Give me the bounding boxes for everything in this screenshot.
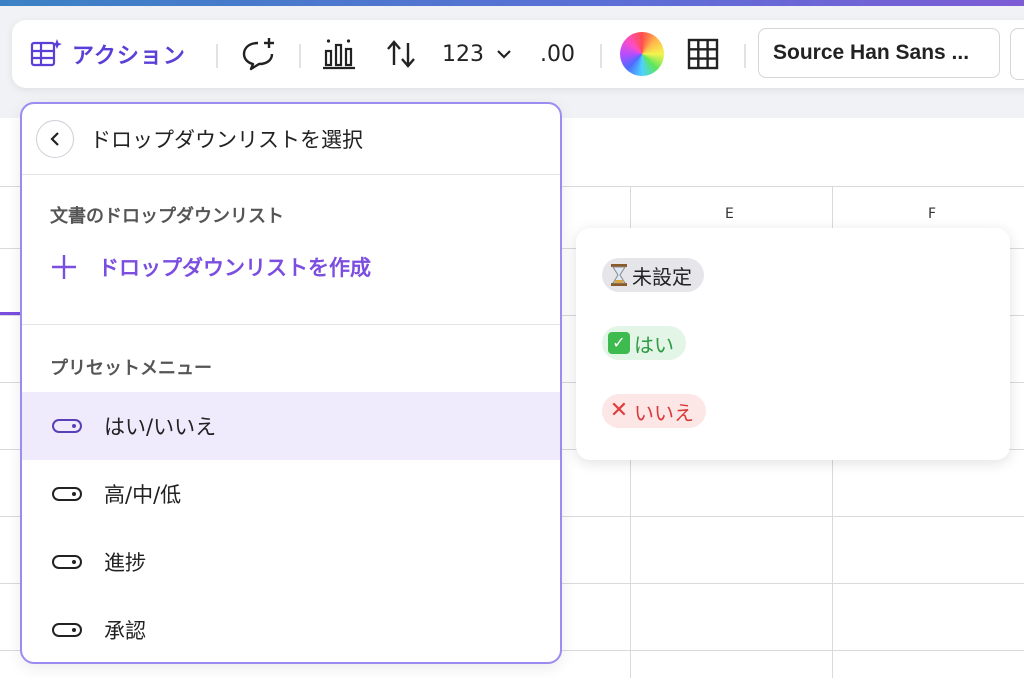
toolbar: アクション 123 .00 Source Han Sans ... (12, 20, 1024, 88)
preset-label: 高/中/低 (104, 483, 182, 507)
sort-button[interactable] (384, 20, 418, 88)
preset-preview-card: 未設定 ✓ はい ✕ いいえ (576, 228, 1010, 460)
preview-option-yes: ✓ はい (602, 326, 686, 360)
hourglass-icon (611, 264, 627, 286)
bar-chart-icon (323, 39, 355, 70)
top-accent-bar (0, 0, 1024, 6)
font-family-select[interactable]: Source Han Sans ... (758, 28, 1000, 78)
column-header-e[interactable]: E (725, 206, 734, 222)
preview-option-label: はい (634, 332, 674, 357)
check-icon: ✓ (608, 332, 630, 354)
cross-icon: ✕ (609, 398, 629, 423)
preset-yes-no[interactable]: はい/いいえ (22, 392, 560, 460)
decimal-label: .00 (540, 41, 575, 67)
chevron-left-icon (50, 132, 59, 146)
chart-button[interactable] (322, 20, 356, 88)
column-header-f[interactable]: F (928, 206, 936, 222)
dropdown-pill-icon (52, 487, 82, 501)
preview-option-label: いいえ (634, 400, 694, 425)
dropdown-pill-icon (52, 623, 82, 637)
create-dropdown-button[interactable]: ドロップダウンリストを作成 (50, 252, 371, 282)
number-format-dropdown[interactable]: 123 (442, 20, 514, 88)
back-button[interactable] (36, 120, 74, 158)
preview-option-unset: 未設定 (602, 258, 704, 292)
plus-icon (52, 255, 76, 279)
grid-icon (687, 38, 719, 70)
grid-button[interactable] (686, 20, 720, 88)
dropdown-pill-icon (52, 555, 82, 569)
preset-progress[interactable]: 進捗 (22, 528, 560, 596)
preset-label: 承認 (104, 619, 146, 643)
preset-label: 進捗 (104, 551, 146, 575)
sparkle-table-icon (30, 39, 62, 67)
selection-marker (0, 312, 22, 315)
dropdown-select-panel: ドロップダウンリストを選択 文書のドロップダウンリスト ドロップダウンリストを作… (20, 102, 562, 664)
sort-arrows-icon (387, 40, 415, 68)
toolbar-divider (216, 44, 218, 68)
action-label: アクション (72, 44, 186, 69)
preview-option-no: ✕ いいえ (602, 394, 706, 428)
panel-title: ドロップダウンリストを選択 (90, 128, 363, 152)
preset-high-mid-low[interactable]: 高/中/低 (22, 460, 560, 528)
add-comment-button[interactable] (240, 20, 278, 88)
dropdown-pill-icon (52, 419, 82, 433)
number-format-label: 123 (442, 41, 484, 67)
preset-label: はい/いいえ (104, 415, 217, 439)
preset-approval[interactable]: 承認 (22, 596, 560, 662)
create-dropdown-label: ドロップダウンリストを作成 (98, 256, 371, 280)
decimal-button[interactable]: .00 (540, 20, 575, 88)
color-wheel-icon (620, 32, 664, 76)
preview-option-label: 未設定 (632, 264, 692, 289)
chevron-down-icon (497, 50, 511, 59)
toolbar-divider (299, 44, 301, 68)
color-button[interactable] (620, 20, 664, 88)
doc-dropdown-section-label: 文書のドロップダウンリスト (50, 206, 284, 227)
toolbar-divider (744, 44, 746, 68)
font-size-select[interactable] (1010, 28, 1024, 80)
panel-divider (22, 324, 560, 325)
preset-menu-section-label: プリセットメニュー (50, 358, 212, 379)
action-button[interactable]: アクション (30, 20, 186, 88)
comment-add-icon (242, 38, 274, 71)
panel-header: ドロップダウンリストを選択 (22, 104, 560, 175)
toolbar-divider (600, 44, 602, 68)
